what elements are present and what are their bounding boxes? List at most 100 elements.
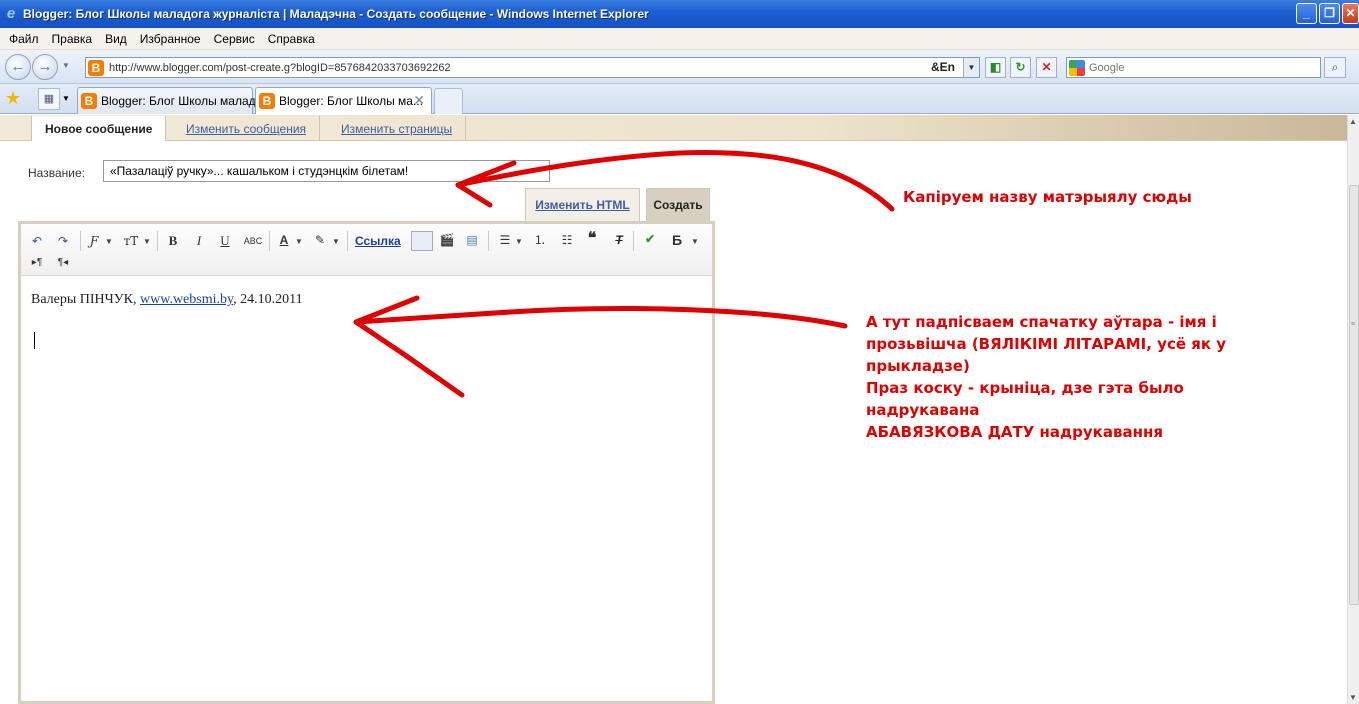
font-size-dropdown-icon[interactable]: ▼ — [143, 233, 151, 251]
menu-file[interactable]: Файл — [9, 32, 39, 46]
toolbar-separator — [80, 231, 81, 251]
close-window-button[interactable]: ✕ — [1342, 3, 1359, 24]
toolbar-separator — [488, 231, 489, 251]
font-family-dropdown-icon[interactable]: ▼ — [105, 233, 113, 251]
back-button[interactable]: ← — [5, 54, 31, 80]
forward-button[interactable]: → — [32, 54, 58, 80]
editor-body[interactable]: Валеры ПІНЧУК, www.websmi.by, 24.10.2011 — [21, 277, 712, 701]
tab-new-post[interactable]: Новое сообщение — [31, 116, 167, 141]
jump-break-icon[interactable]: ▤ — [464, 231, 480, 249]
link-button[interactable]: Ссылка — [355, 232, 401, 250]
text-caret — [34, 332, 35, 349]
font-family-icon[interactable]: Ƒ — [87, 232, 101, 250]
align-dropdown-icon[interactable]: ▼ — [515, 233, 523, 251]
undo-icon[interactable]: ↶ — [29, 232, 45, 250]
toolbar-separator — [269, 231, 270, 251]
minimize-button[interactable]: _ — [1296, 3, 1317, 24]
stop-icon[interactable]: ✕ — [1036, 57, 1057, 78]
blogger-favicon-icon: B — [259, 93, 275, 109]
menu-help[interactable]: Справка — [268, 32, 315, 46]
body-author-line: Валеры ПІНЧУК, www.websmi.by, 24.10.2011 — [31, 292, 702, 308]
toolbar-separator — [633, 231, 634, 251]
menu-edit[interactable]: Правка — [52, 32, 93, 46]
menu-view[interactable]: Вид — [105, 32, 127, 46]
clear-format-icon[interactable]: T — [611, 231, 627, 249]
annotation-body-note: А тут падпісваем спачатку аўтара - імя і… — [866, 311, 1226, 443]
tab-blogger-1[interactable]: B Blogger: Блог Школы малад... — [77, 87, 266, 114]
annotation-line: прозьвішча (ВЯЛІКІМІ ЛІТАРАМІ, усё як у — [866, 335, 1227, 353]
highlight-icon[interactable]: ✎ — [313, 231, 327, 249]
annotation-line: АБАВЯЗКОВА ДАТУ надрукавання — [866, 423, 1163, 441]
language-indicator: &En — [931, 60, 955, 74]
address-url[interactable]: http://www.blogger.com/post-create.g?blo… — [109, 62, 451, 74]
insert-video-icon[interactable]: 🎬 — [439, 231, 455, 249]
scroll-thumb[interactable] — [1349, 185, 1359, 605]
window-title: Blogger: Блог Школы маладога журналіста … — [23, 7, 649, 21]
bold-icon[interactable]: B — [167, 232, 179, 250]
strikethrough-icon[interactable]: ABC — [243, 232, 263, 250]
numbered-list-icon[interactable]: ⒈ — [532, 231, 548, 249]
post-title-input[interactable]: «Пазалацiў ручку»... кашальком і студэнц… — [103, 160, 550, 182]
text-color-icon[interactable]: A — [277, 231, 291, 249]
ltr-icon[interactable]: ▸¶ — [28, 254, 46, 272]
rtl-icon[interactable]: ¶◂ — [54, 254, 72, 272]
maximize-button[interactable]: ❐ — [1319, 3, 1340, 24]
vertical-scrollbar[interactable]: ▲ ≡ ▼ — [1347, 115, 1359, 704]
quick-tabs-icon[interactable]: ▦ — [38, 88, 60, 110]
menu-tools[interactable]: Сервис — [214, 32, 255, 46]
compose-tab[interactable]: Создать — [646, 188, 710, 221]
spellcheck-icon[interactable]: ✔ — [641, 230, 659, 248]
toolbar-separator — [157, 231, 158, 251]
underline-icon[interactable]: U — [219, 232, 231, 250]
search-input[interactable] — [1089, 61, 1309, 74]
favorites-star-icon[interactable]: ★ — [5, 88, 21, 109]
scroll-grip-icon: ≡ — [1351, 321, 1356, 328]
annotation-line: прыкладзе) — [866, 357, 970, 375]
blogger-favicon-icon: B — [81, 93, 97, 109]
scroll-down-icon[interactable]: ▼ — [1349, 693, 1357, 702]
history-dropdown-icon[interactable]: ▼ — [62, 61, 70, 70]
tab-label: Blogger: Блог Школы ма... — [279, 94, 423, 108]
post-title-label: Название: — [28, 166, 85, 180]
menu-bar: Файл Правка Вид Избранное Сервис Справка — [0, 28, 1359, 50]
italic-icon[interactable]: I — [193, 232, 205, 250]
insert-image-icon[interactable] — [411, 231, 433, 251]
align-icon[interactable]: ☰ — [497, 231, 513, 249]
editor-toolbar: ↶ ↷ Ƒ ▼ тT ▼ B I U ABC A ▼ ✎ ▼ Ссылка 🎬 … — [21, 224, 712, 276]
tab-bar: ★ ▦ ▼ B Blogger: Блог Школы малад... B B… — [0, 84, 1359, 114]
menu-favorites[interactable]: Избранное — [140, 32, 201, 46]
annotation-line: надрукавана — [866, 401, 980, 419]
annotation-title-note: Капіруем назву матэрыялу сюды — [903, 188, 1192, 206]
body-source-link[interactable]: www.websmi.by — [140, 292, 233, 307]
redo-icon[interactable]: ↷ — [55, 232, 71, 250]
transliterate-dropdown-icon[interactable]: ▼ — [691, 233, 699, 251]
blogger-tabs: Новое сообщение Изменить сообщения Измен… — [0, 115, 1347, 141]
compatibility-view-icon[interactable]: ◧ — [985, 57, 1006, 78]
highlight-dropdown-icon[interactable]: ▼ — [332, 233, 340, 251]
refresh-icon[interactable]: ↻ — [1010, 57, 1031, 78]
edit-html-tab[interactable]: Изменить HTML — [525, 188, 640, 221]
body-date: , 24.10.2011 — [233, 292, 303, 307]
tab-edit-posts[interactable]: Изменить сообщения — [173, 116, 321, 141]
close-tab-icon[interactable]: ✕ — [413, 92, 425, 109]
scroll-up-icon[interactable]: ▲ — [1349, 117, 1357, 126]
tab-edit-pages[interactable]: Изменить страницы — [328, 116, 467, 141]
font-size-icon[interactable]: тT — [122, 232, 140, 250]
address-dropdown-icon[interactable]: ▼ — [963, 58, 979, 77]
toolbar-separator — [347, 231, 348, 251]
annotation-line: А тут падпісваем спачатку аўтара - імя і — [866, 313, 1217, 331]
transliterate-icon[interactable]: Б — [670, 231, 684, 249]
google-icon — [1069, 59, 1085, 76]
bullet-list-icon[interactable]: ☷ — [559, 231, 575, 249]
search-box[interactable] — [1066, 57, 1321, 78]
text-color-dropdown-icon[interactable]: ▼ — [295, 233, 303, 251]
search-icon[interactable]: ⌕ — [1324, 57, 1346, 78]
tab-label: Blogger: Блог Школы малад... — [101, 94, 266, 108]
address-bar[interactable]: B http://www.blogger.com/post-create.g?b… — [85, 57, 980, 78]
tab-blogger-2[interactable]: B Blogger: Блог Школы ма... ✕ — [255, 87, 432, 114]
body-author: Валеры ПІНЧУК, — [31, 292, 141, 307]
new-tab-button[interactable] — [434, 88, 463, 114]
quote-icon[interactable]: ❝ — [584, 230, 600, 248]
tab-list-dropdown-icon[interactable]: ▼ — [62, 94, 70, 103]
window-titlebar: e Blogger: Блог Школы маладога журналіст… — [0, 0, 1359, 28]
